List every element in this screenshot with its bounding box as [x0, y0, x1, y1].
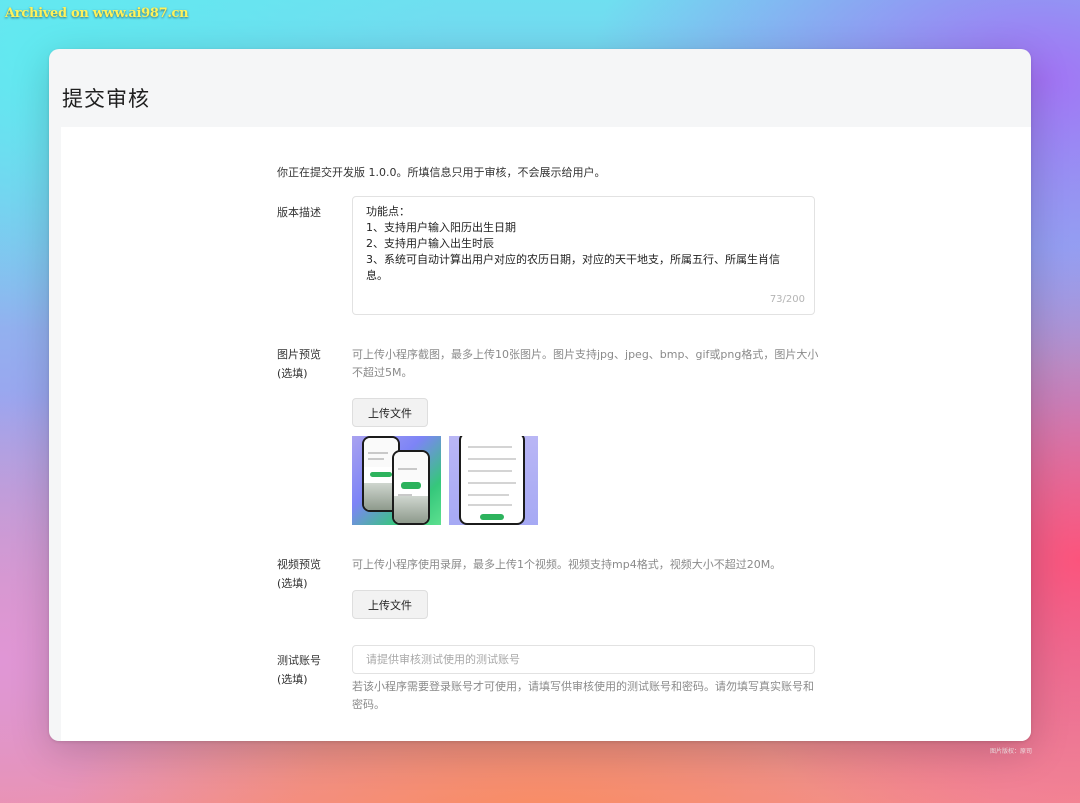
test-account-input[interactable] — [366, 653, 801, 666]
version-desc-text: 功能点： 1、支持用户输入阳历出生日期 2、支持用户输入出生时辰 3、系统可自动… — [366, 205, 780, 282]
video-upload-button[interactable]: 上传文件 — [352, 590, 428, 619]
phone-mockup — [459, 436, 525, 525]
form-panel: 你正在提交开发版 1.0.0。所填信息只用于审核，不会展示给用户。 版本描述 功… — [61, 127, 1031, 741]
char-counter: 73/200 — [769, 294, 805, 305]
screenshot-thumbnail[interactable] — [352, 436, 441, 525]
test-account-label-title: 测试账号 — [277, 654, 321, 667]
video-preview-label-optional: (选填) — [277, 577, 308, 590]
image-credit: 图片版权：原司 — [989, 748, 1032, 755]
image-preview-label: 图片预览 (选填) — [277, 345, 321, 383]
phone-mockup — [392, 450, 430, 525]
version-desc-textarea[interactable]: 功能点： 1、支持用户输入阳历出生日期 2、支持用户输入出生时辰 3、系统可自动… — [352, 196, 815, 315]
test-account-label: 测试账号 (选填) — [277, 651, 321, 689]
intro-text: 你正在提交开发版 1.0.0。所填信息只用于审核，不会展示给用户。 — [277, 166, 606, 179]
page-title: 提交审核 — [62, 87, 150, 111]
screenshot-thumbnail[interactable] — [449, 436, 538, 525]
submit-review-window: 提交审核 你正在提交开发版 1.0.0。所填信息只用于审核，不会展示给用户。 版… — [49, 49, 1031, 741]
image-upload-button[interactable]: 上传文件 — [352, 398, 428, 427]
image-preview-label-optional: (选填) — [277, 367, 308, 380]
video-preview-hint: 可上传小程序使用录屏，最多上传1个视频。视频支持mp4格式，视频大小不超过20M… — [352, 558, 782, 571]
version-desc-label: 版本描述 — [277, 206, 321, 219]
image-preview-label-title: 图片预览 — [277, 348, 321, 361]
video-preview-label: 视频预览 (选填) — [277, 555, 321, 593]
watermark-text: Archived on www.ai987.cn — [5, 6, 189, 21]
video-preview-label-title: 视频预览 — [277, 558, 321, 571]
test-account-hint: 若该小程序需要登录账号才可使用，请填写供审核使用的测试账号和密码。请勿填写真实账… — [352, 680, 814, 711]
test-account-field[interactable] — [352, 645, 815, 674]
image-preview-hint: 可上传小程序截图，最多上传10张图片。图片支持jpg、jpeg、bmp、gif或… — [352, 348, 819, 379]
test-account-label-optional: (选填) — [277, 673, 308, 686]
